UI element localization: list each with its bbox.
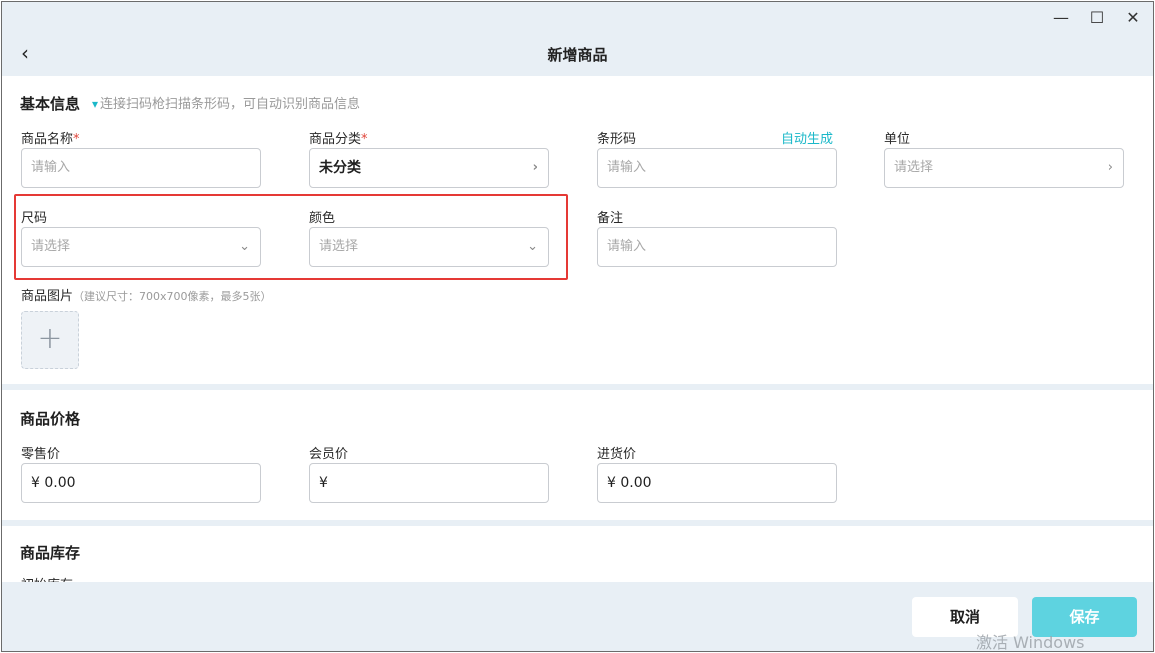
plus-icon: + bbox=[37, 321, 63, 356]
close-icon[interactable]: ✕ bbox=[1120, 8, 1146, 28]
image-size-hint: （建议尺寸：700x700像素，最多5张） bbox=[73, 290, 272, 303]
basic-info-section: 基本信息 ▾ 连接扫码枪扫描条形码，可自动识别商品信息 商品名称* 请输入 商品分… bbox=[2, 76, 1153, 384]
category-label-text: 商品分类 bbox=[309, 132, 362, 147]
retail-price-label: 零售价 bbox=[21, 447, 61, 462]
color-select[interactable]: 请选择 ⌄ bbox=[309, 227, 549, 267]
purchase-price-label: 进货价 bbox=[597, 447, 637, 462]
auto-generate-link[interactable]: 自动生成 bbox=[781, 128, 833, 147]
unit-placeholder: 请选择 bbox=[894, 160, 934, 175]
unit-select[interactable]: 请选择 › bbox=[884, 148, 1124, 188]
category-label: 商品分类* bbox=[309, 128, 368, 147]
purchase-price-input[interactable]: ¥ 0.00 bbox=[597, 463, 837, 503]
product-name-label-text: 商品名称 bbox=[21, 132, 74, 147]
size-placeholder: 请选择 bbox=[31, 239, 71, 254]
page-title: 新增商品 bbox=[547, 46, 608, 64]
size-label: 尺码 bbox=[21, 211, 48, 226]
chevron-down-icon: ⌄ bbox=[527, 239, 538, 254]
stock-section: 商品库存 初始库存 bbox=[2, 526, 1153, 582]
save-button[interactable]: 保存 bbox=[1032, 597, 1137, 637]
remark-label: 备注 bbox=[597, 211, 624, 226]
form-content: 基本信息 ▾ 连接扫码枪扫描条形码，可自动识别商品信息 商品名称* 请输入 商品分… bbox=[2, 76, 1153, 582]
scan-tip: ▾ 连接扫码枪扫描条形码，可自动识别商品信息 bbox=[92, 93, 360, 112]
section-title-price: 商品价格 bbox=[20, 410, 81, 428]
product-name-input[interactable]: 请输入 bbox=[21, 148, 261, 188]
product-images-label: 商品图片（建议尺寸：700x700像素，最多5张） bbox=[21, 285, 272, 304]
section-title-stock: 商品库存 bbox=[20, 544, 81, 562]
maximize-icon[interactable]: ☐ bbox=[1084, 8, 1110, 28]
chevron-right-icon: › bbox=[1107, 160, 1113, 175]
initial-stock-label: 初始库存 bbox=[21, 574, 73, 582]
product-name-label: 商品名称* bbox=[21, 128, 80, 147]
member-price-input[interactable]: ¥ bbox=[309, 463, 549, 503]
minimize-icon[interactable]: — bbox=[1048, 8, 1074, 28]
category-select[interactable]: 未分类 › bbox=[309, 148, 549, 188]
cancel-button[interactable]: 取消 bbox=[912, 597, 1018, 637]
unit-label: 单位 bbox=[884, 132, 911, 147]
required-mark: * bbox=[73, 132, 80, 147]
barcode-scanner-icon: ▾ bbox=[92, 97, 99, 111]
scan-tip-text: 连接扫码枪扫描条形码，可自动识别商品信息 bbox=[100, 97, 361, 112]
title-bar: — ☐ ✕ ‹ 新增商品 bbox=[2, 2, 1153, 76]
barcode-input[interactable]: 请输入 bbox=[597, 148, 837, 188]
color-placeholder: 请选择 bbox=[319, 239, 359, 254]
member-price-label: 会员价 bbox=[309, 447, 349, 462]
color-label: 颜色 bbox=[309, 211, 336, 226]
product-images-label-text: 商品图片 bbox=[21, 289, 74, 304]
app-window: — ☐ ✕ ‹ 新增商品 基本信息 ▾ 连接扫码枪扫描条形码，可自动识别商品信息 … bbox=[1, 1, 1154, 652]
barcode-label: 条形码 bbox=[597, 132, 637, 147]
size-select[interactable]: 请选择 ⌄ bbox=[21, 227, 261, 267]
section-title-basic: 基本信息 bbox=[20, 95, 81, 113]
category-value: 未分类 bbox=[319, 160, 361, 176]
price-section: 商品价格 零售价 ¥ 0.00 会员价 ¥ 进货价 ¥ 0.00 bbox=[2, 390, 1153, 520]
chevron-right-icon: › bbox=[532, 160, 538, 175]
required-mark: * bbox=[361, 132, 368, 147]
add-image-button[interactable]: + bbox=[21, 311, 79, 369]
footer-bar: 取消 保存 激活 Windows bbox=[2, 582, 1153, 651]
remark-input[interactable]: 请输入 bbox=[597, 227, 837, 267]
chevron-down-icon: ⌄ bbox=[239, 239, 250, 254]
retail-price-input[interactable]: ¥ 0.00 bbox=[21, 463, 261, 503]
